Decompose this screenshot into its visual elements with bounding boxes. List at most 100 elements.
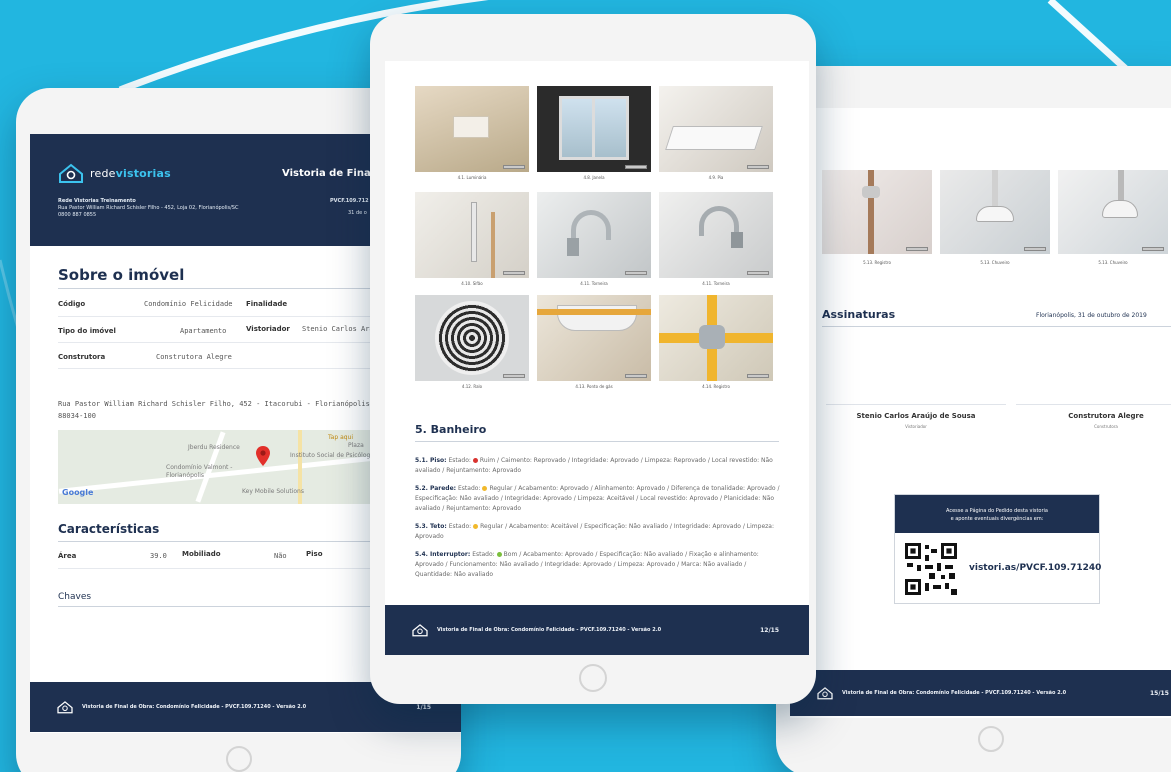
photo-caption: 5.13. Chuveiro: [1098, 260, 1128, 265]
construtora-value: Construtora Alegre: [156, 353, 232, 361]
photo-chuveiro[interactable]: [940, 170, 1050, 254]
section-divider: [415, 441, 779, 442]
qr-link[interactable]: vistori.as/PVCF.109.71240: [969, 563, 1101, 573]
row-divider: [58, 316, 408, 317]
photo-pia[interactable]: [659, 86, 773, 172]
qr-code-icon[interactable]: [903, 541, 959, 597]
house-logo-icon: [57, 701, 73, 714]
report-page-12: 4.1. Luminária 4.8. Janela 4.9. Pia 4.10…: [385, 61, 809, 655]
section-divider: [58, 541, 408, 542]
status-yellow-icon: [473, 524, 479, 529]
company-phone: 0800 887 0855: [58, 212, 97, 218]
item-piso: 5.1. Piso: Estado: Ruim / Caimento: Repro…: [415, 456, 785, 476]
mobiliado-value: Não: [274, 552, 287, 560]
tablet-middle: 4.1. Luminária 4.8. Janela 4.9. Pia 4.10…: [370, 14, 816, 704]
company-name: Rede Vistorias Treinamento: [58, 198, 136, 204]
photo-registro[interactable]: [659, 295, 773, 381]
house-logo-icon: [412, 624, 428, 637]
qr-header: Acesse a Página do Pedido desta vistoria…: [895, 495, 1099, 533]
finalidade-label: Finalidade: [246, 300, 288, 308]
photo-caption: 4.11. Torneira: [580, 281, 608, 286]
section-5-title: 5. Banheiro: [415, 423, 487, 436]
photo-torneira[interactable]: [537, 192, 651, 278]
tablet-right: 5.13. Registro 5.13. Chuveiro 5.13. Chuv…: [776, 66, 1171, 772]
photo-caption: 4.13. Ponto de gás: [575, 384, 613, 389]
area-label: Área: [58, 552, 77, 560]
report-date: 31 de o: [348, 210, 367, 216]
signer-role: Vistoriador: [905, 424, 927, 429]
area-value: 39.0: [150, 552, 167, 560]
photo-ralo[interactable]: [415, 295, 529, 381]
home-button[interactable]: [579, 664, 607, 692]
photo-caption: 4.14. Registro: [702, 384, 730, 389]
qr-card[interactable]: Acesse a Página do Pedido desta vistoria…: [894, 494, 1101, 604]
footer-page-number: 15/15: [1150, 690, 1169, 697]
vistoriador-value: Stenio Carlos Aral: [302, 325, 378, 333]
report-code: PVCF.109.712: [330, 198, 369, 204]
signature-line: [1016, 404, 1171, 405]
photo-janela[interactable]: [537, 86, 651, 172]
item-label: Estado:: [458, 485, 481, 492]
house-logo-icon: [59, 163, 83, 183]
tipo-label: Tipo do imóvel: [58, 327, 116, 335]
signatures-place-date: Florianópolis, 31 de outubro de 2019: [1036, 312, 1147, 319]
company-address: Rua Pastor William Richard Schisler Filh…: [58, 205, 239, 211]
signer-name: Stenio Carlos Araújo de Sousa: [856, 412, 976, 420]
photo-luminaria[interactable]: [415, 86, 529, 172]
item-label: Estado:: [472, 551, 495, 558]
caracteristicas-title: Características: [58, 522, 160, 536]
item-heading: 5.3. Teto:: [415, 523, 447, 530]
report-footer: Vistoria de Final de Obra: Condomínio Fe…: [385, 605, 809, 655]
row-divider: [58, 368, 408, 369]
item-teto: 5.3. Teto: Estado: Regular / Acabamento: …: [415, 522, 785, 542]
construtora-label: Construtora: [58, 353, 106, 361]
google-logo: Google: [62, 488, 94, 497]
footer-page-number: 1/15: [416, 704, 431, 711]
signature-line: [826, 404, 1006, 405]
footer-text: Vistoria de Final de Obra: Condomínio Fe…: [842, 690, 1067, 696]
photo-chuveiro[interactable]: [1058, 170, 1168, 254]
tipo-value: Apartamento: [180, 327, 227, 335]
photo-ponto-de-gas[interactable]: [537, 295, 651, 381]
chaves-title: Chaves: [58, 592, 92, 602]
codigo-value: Condomínio Felicidade: [144, 300, 233, 308]
qr-line-1: Acesse a Página do Pedido desta vistoria: [946, 508, 1048, 514]
photo-registro[interactable]: [822, 170, 932, 254]
status-green-icon: [496, 552, 502, 557]
codigo-label: Código: [58, 300, 86, 308]
photo-caption: 4.10. Sifão: [461, 281, 483, 286]
location-map[interactable]: Jberdu Residence Condomínio Valmont - Fl…: [58, 430, 418, 504]
map-pin-icon[interactable]: [256, 446, 270, 466]
map-label: Plaza: [348, 442, 364, 449]
section-divider: [822, 326, 1171, 327]
home-button[interactable]: [978, 726, 1004, 752]
qr-line-2: e aponte eventuais divergências em:: [950, 516, 1044, 522]
item-status: Bom: [503, 551, 518, 558]
vistoriador-label: Vistoriador: [246, 325, 290, 333]
row-divider: [58, 568, 408, 569]
map-label: Tap aqui: [328, 434, 354, 441]
map-label: Condomínio Valmont - Florianópolis: [166, 464, 233, 479]
section-divider: [58, 288, 408, 289]
item-status: Regular: [480, 523, 504, 530]
photo-torneira[interactable]: [659, 192, 773, 278]
item-heading: 5.2. Parede:: [415, 485, 457, 492]
home-button[interactable]: [225, 746, 252, 772]
footer-page-number: 12/15: [760, 627, 779, 634]
report-footer: Vistoria de Final de Obra: Condomínio Fe…: [790, 670, 1171, 716]
item-parede: 5.2. Parede: Estado: Regular / Acabamento…: [415, 484, 785, 514]
status-yellow-icon: [482, 486, 488, 491]
section-divider: [58, 606, 408, 607]
report-page-15: 5.13. Registro 5.13. Chuveiro 5.13. Chuv…: [790, 108, 1171, 718]
row-divider: [58, 342, 408, 343]
item-label: Estado:: [448, 523, 472, 530]
item-label: Estado:: [448, 457, 471, 464]
map-label: Jberdu Residence: [188, 444, 240, 451]
photo-caption: 4.12. Ralo: [461, 384, 483, 389]
item-status: Regular: [489, 485, 513, 492]
footer-text: Vistoria de Final de Obra: Condomínio Fe…: [437, 627, 662, 633]
brand-logo: redevistorias: [58, 162, 171, 184]
map-label: Instituto Social de Psicólogo: [290, 452, 374, 459]
signer-name: Construtora Alegre: [1068, 412, 1144, 420]
photo-sifao[interactable]: [415, 192, 529, 278]
